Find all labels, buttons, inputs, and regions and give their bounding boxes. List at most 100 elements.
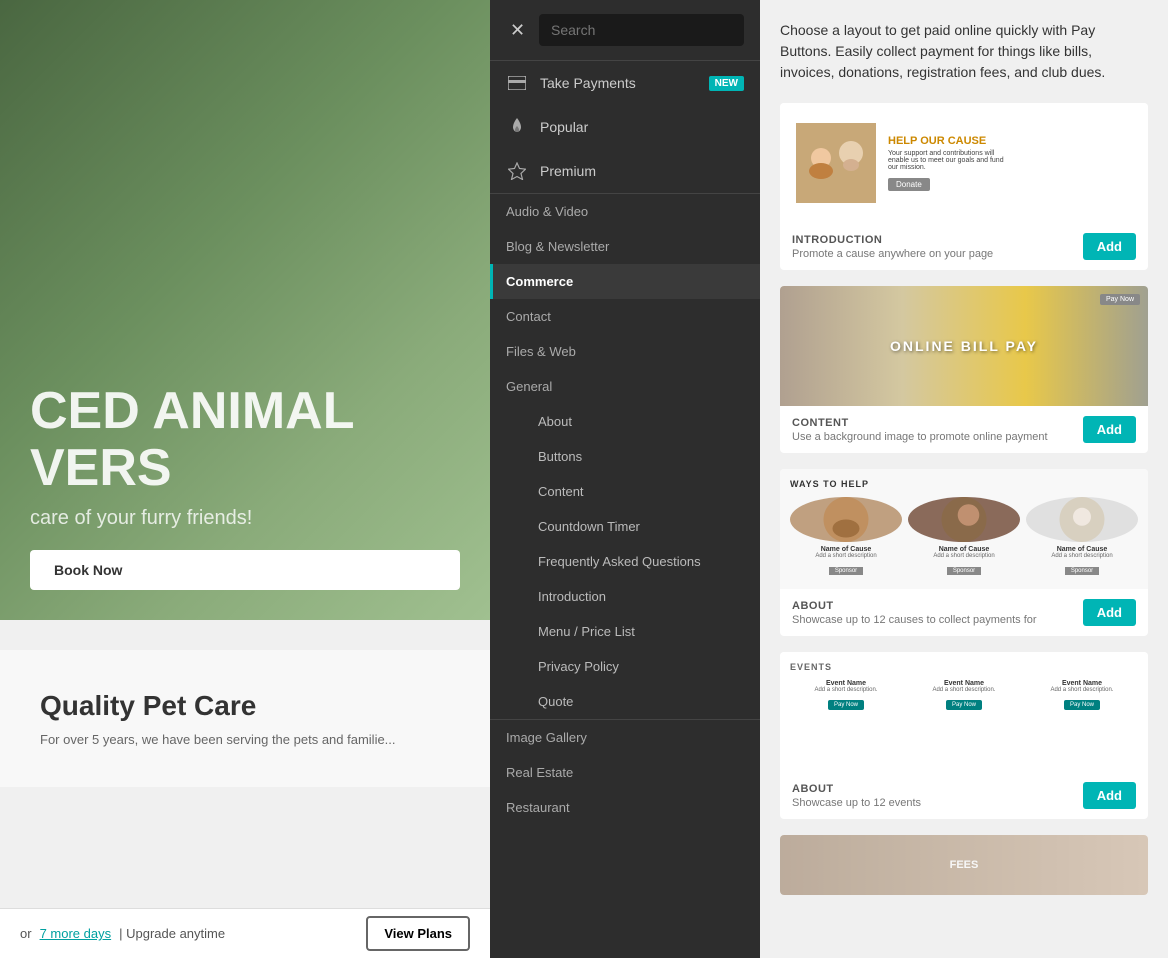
layout-info-4: ABOUT Showcase up to 12 events — [792, 783, 921, 809]
event-name-3: Event Name — [1026, 680, 1138, 687]
sub-item-introduction[interactable]: Introduction — [490, 579, 760, 614]
layout-info-3: ABOUT Showcase up to 12 causes to collec… — [792, 600, 1037, 626]
upgrade-suffix: | Upgrade anytime — [119, 926, 225, 941]
sidebar-item-blog-newsletter[interactable]: Blog & Newsletter — [490, 229, 760, 264]
way-desc-1: Add a short description — [790, 553, 902, 559]
card-icon — [506, 72, 528, 94]
events-grid: Event Name Add a short description. Pay … — [790, 680, 1138, 711]
pay-now-btn-1[interactable]: Pay Now — [828, 700, 864, 710]
add-button-1[interactable]: Add — [1083, 233, 1136, 260]
bill-pay-preview: ONLINE BILL PAY Pay Now — [780, 286, 1148, 406]
layout-footer-2: CONTENT Use a background image to promot… — [780, 406, 1148, 453]
sub-item-menu-price-list[interactable]: Menu / Price List — [490, 614, 760, 649]
layout-type-label-3: ABOUT — [792, 600, 1037, 612]
nav-item-popular[interactable]: Popular — [490, 105, 760, 149]
sub-item-countdown-timer[interactable]: Countdown Timer — [490, 509, 760, 544]
star-icon — [506, 160, 528, 182]
fire-icon — [506, 116, 528, 138]
way-item-2: Name of Cause Add a short description Sp… — [908, 497, 1020, 577]
layout-preview-5: FEES — [780, 835, 1148, 895]
sub-item-about[interactable]: About — [490, 404, 760, 439]
pay-now-btn-3[interactable]: Pay Now — [1064, 700, 1100, 710]
layout-preview-4: EVENTS Event Name Add a short descriptio… — [780, 652, 1148, 772]
sponsor-btn-3[interactable]: Sponsor — [1065, 567, 1099, 575]
nav-item-take-payments[interactable]: Take Payments NEW — [490, 61, 760, 105]
upgrade-bar: or 7 more days | Upgrade anytime View Pl… — [0, 908, 490, 958]
sidebar-item-image-gallery[interactable]: Image Gallery — [490, 720, 760, 755]
event-desc-3: Add a short description. — [1026, 687, 1138, 693]
layout-info-1: INTRODUCTION Promote a cause anywhere on… — [792, 234, 993, 260]
sub-item-content[interactable]: Content — [490, 474, 760, 509]
cause-preview: HELP OUR CAUSE Your support and contribu… — [780, 103, 1148, 223]
event-item-2: Event Name Add a short description. Pay … — [908, 680, 1020, 711]
sub-item-faq[interactable]: Frequently Asked Questions — [490, 544, 760, 579]
right-panel: Choose a layout to get paid online quick… — [760, 0, 1168, 958]
layout-card-1: HELP OUR CAUSE Your support and contribu… — [780, 103, 1148, 270]
close-icon[interactable]: ✕ — [506, 18, 529, 42]
new-badge: NEW — [709, 76, 744, 91]
panel-description: Choose a layout to get paid online quick… — [780, 20, 1148, 83]
layout-footer-3: ABOUT Showcase up to 12 causes to collec… — [780, 589, 1148, 636]
upgrade-text: or — [20, 926, 32, 941]
sidebar-item-commerce[interactable]: Commerce — [490, 264, 760, 299]
way-item-1: Name of Cause Add a short description Sp… — [790, 497, 902, 577]
layout-type-label-4: ABOUT — [792, 783, 921, 795]
cause-tagline: HELP OUR CAUSE — [888, 135, 1008, 147]
sponsor-btn-2[interactable]: Sponsor — [947, 567, 981, 575]
ways-grid: Name of Cause Add a short description Sp… — [790, 497, 1138, 577]
pay-now-btn-2[interactable]: Pay Now — [946, 700, 982, 710]
sidebar-item-real-estate[interactable]: Real Estate — [490, 755, 760, 790]
layout-info-2: CONTENT Use a background image to promot… — [792, 417, 1048, 443]
panel-header: ✕ — [490, 0, 760, 61]
event-item-3: Event Name Add a short description. Pay … — [1026, 680, 1138, 711]
sidebar-item-restaurant[interactable]: Restaurant — [490, 790, 760, 825]
layout-preview-1: HELP OUR CAUSE Your support and contribu… — [780, 103, 1148, 223]
premium-label: Premium — [540, 163, 744, 179]
layout-preview-2: ONLINE BILL PAY Pay Now — [780, 286, 1148, 406]
sidebar-item-files-web[interactable]: Files & Web — [490, 334, 760, 369]
sidebar-item-audio-video[interactable]: Audio & Video — [490, 194, 760, 229]
way-image-3 — [1026, 497, 1138, 542]
hero-subtext: care of your furry friends! — [30, 507, 460, 530]
sub-item-quote[interactable]: Quote — [490, 684, 760, 719]
sidebar-item-general[interactable]: General — [490, 369, 760, 404]
layout-desc-1: Promote a cause anywhere on your page — [792, 248, 993, 260]
way-name-3: Name of Cause — [1026, 546, 1138, 553]
popular-label: Popular — [540, 119, 744, 135]
sponsor-btn-1[interactable]: Sponsor — [829, 567, 863, 575]
bill-pay-text: ONLINE BILL PAY — [890, 338, 1038, 354]
layout-card-5: FEES — [780, 835, 1148, 895]
way-image-1 — [790, 497, 902, 542]
event-name-2: Event Name — [908, 680, 1020, 687]
sub-item-privacy-policy[interactable]: Privacy Policy — [490, 649, 760, 684]
add-button-4[interactable]: Add — [1083, 782, 1136, 809]
upgrade-link[interactable]: 7 more days — [40, 926, 112, 941]
layout-preview-3: WAYS TO HELP Name of Cause Add a short d… — [780, 469, 1148, 589]
quality-text: For over 5 years, we have been serving t… — [40, 732, 450, 747]
event-desc-2: Add a short description. — [908, 687, 1020, 693]
cause-text: Your support and contributions will enab… — [888, 150, 1008, 171]
layout-footer-1: INTRODUCTION Promote a cause anywhere on… — [780, 223, 1148, 270]
donate-button[interactable]: Donate — [888, 178, 930, 191]
layout-card-4: EVENTS Event Name Add a short descriptio… — [780, 652, 1148, 819]
add-button-3[interactable]: Add — [1083, 599, 1136, 626]
sidebar-item-contact[interactable]: Contact — [490, 299, 760, 334]
add-button-2[interactable]: Add — [1083, 416, 1136, 443]
search-input[interactable] — [539, 14, 744, 46]
view-plans-button[interactable]: View Plans — [366, 916, 470, 951]
panel-navigation: Take Payments NEW Popular Premium — [490, 61, 760, 958]
book-now-button[interactable]: Book Now — [30, 550, 460, 590]
layout-desc-4: Showcase up to 12 events — [792, 797, 921, 809]
ways-preview: WAYS TO HELP Name of Cause Add a short d… — [780, 469, 1148, 589]
nav-item-premium[interactable]: Premium — [490, 149, 760, 193]
way-desc-2: Add a short description — [908, 553, 1020, 559]
cause-content: HELP OUR CAUSE Your support and contribu… — [888, 135, 1008, 192]
way-image-2 — [908, 497, 1020, 542]
way-item-3: Name of Cause Add a short description Sp… — [1026, 497, 1138, 577]
hero-heading: CED ANIMAL VERS — [30, 383, 460, 497]
sub-item-buttons[interactable]: Buttons — [490, 439, 760, 474]
hero-section: CED ANIMAL VERS care of your furry frien… — [0, 0, 490, 620]
layout-desc-2: Use a background image to promote online… — [792, 431, 1048, 443]
layout-type-label-1: INTRODUCTION — [792, 234, 993, 246]
way-desc-3: Add a short description — [1026, 553, 1138, 559]
